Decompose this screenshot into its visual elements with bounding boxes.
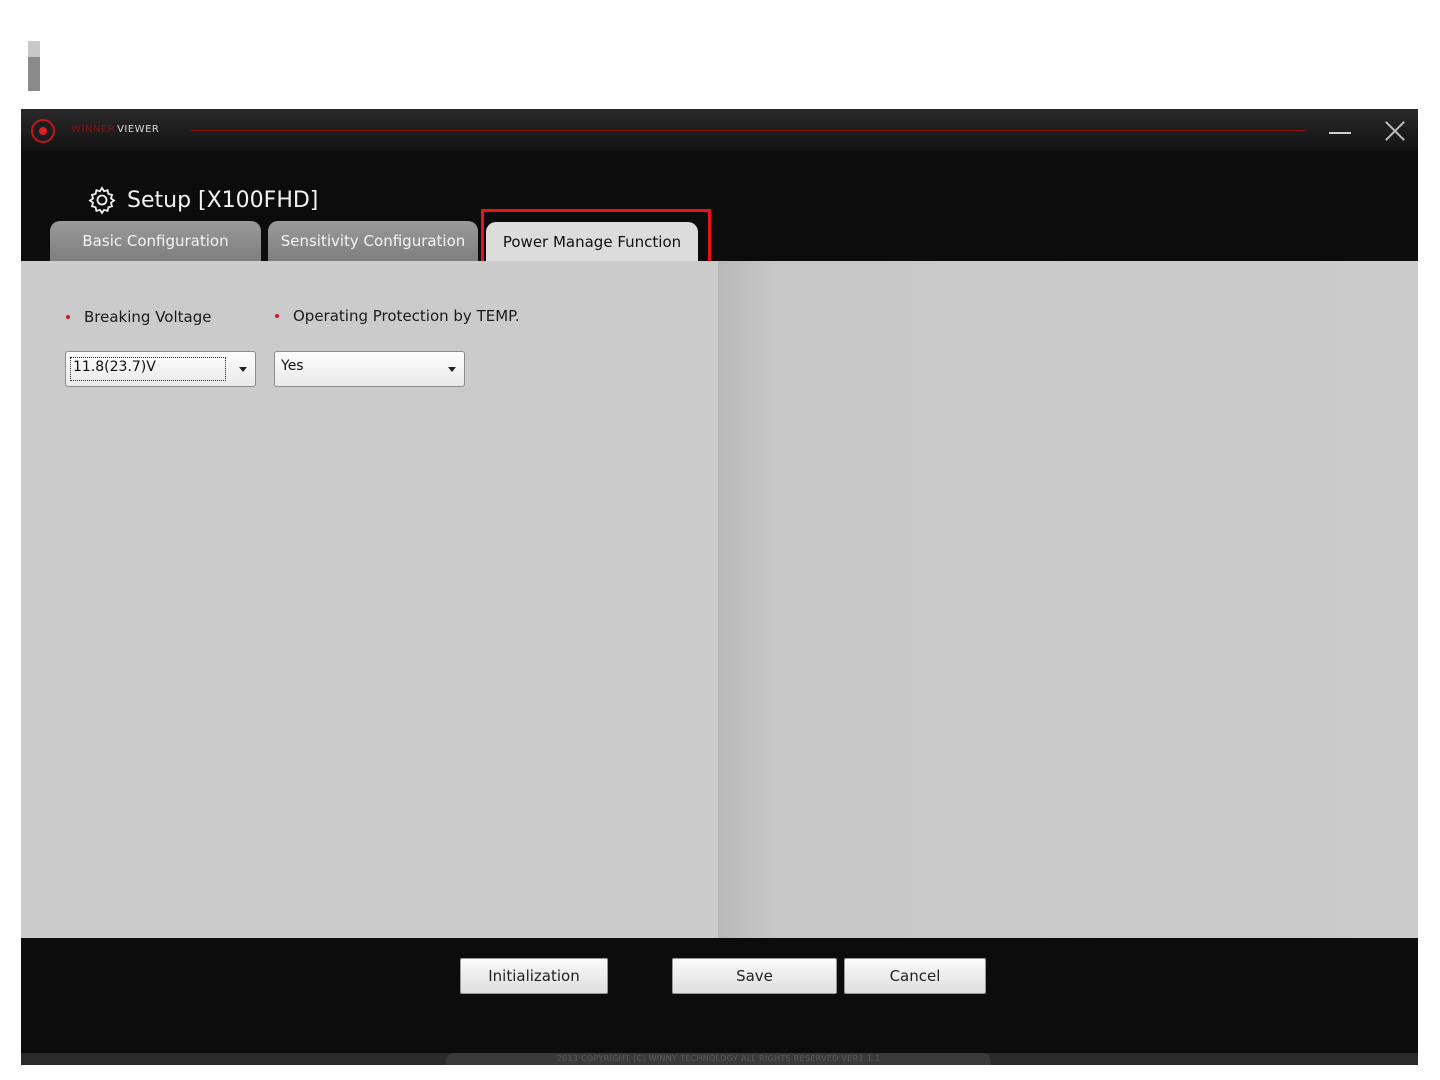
breaking-voltage-value: 11.8(23.7)V xyxy=(70,357,226,381)
tab-label: Sensitivity Configuration xyxy=(280,232,466,250)
preview-panel xyxy=(718,261,1418,938)
brand-name: WINNER xyxy=(71,124,116,135)
chevron-down-icon[interactable] xyxy=(448,367,456,372)
page-marker xyxy=(28,41,40,91)
temp-protection-label-text: Operating Protection by TEMP. xyxy=(293,307,520,325)
status-bar: 2013 COPYRIGHT (C) WINNY TECHNOLOGY ALL … xyxy=(21,1053,1418,1065)
breaking-voltage-label-text: Breaking Voltage xyxy=(84,308,212,326)
chevron-down-icon[interactable] xyxy=(239,367,247,372)
setup-title-text: Setup [X100FHD] xyxy=(127,187,319,213)
tab-sensitivity-configuration[interactable]: Sensitivity Configuration xyxy=(268,221,478,261)
tab-basic-configuration[interactable]: Basic Configuration xyxy=(50,221,261,261)
close-icon[interactable] xyxy=(1379,117,1409,145)
temp-protection-label: Operating Protection by TEMP. xyxy=(275,307,520,325)
gear-icon xyxy=(88,186,116,215)
breaking-voltage-select[interactable]: 11.8(23.7)V xyxy=(65,351,256,387)
cancel-button[interactable]: Cancel xyxy=(844,958,986,994)
breaking-voltage-label: Breaking Voltage xyxy=(66,308,211,326)
setup-window: WINNER VIEWER Setup [X100FHD] Basic Confi… xyxy=(21,109,1418,1065)
minimize-icon[interactable] xyxy=(1324,117,1354,145)
page-title: Setup [X100FHD] xyxy=(87,185,318,215)
temp-protection-value: Yes xyxy=(281,358,304,374)
temp-protection-select[interactable]: Yes xyxy=(274,351,465,387)
initialization-button[interactable]: Initialization xyxy=(460,958,608,994)
app-logo-icon xyxy=(31,119,55,143)
title-bar[interactable]: WINNER VIEWER xyxy=(21,109,1418,151)
title-divider xyxy=(191,130,1306,131)
save-button[interactable]: Save xyxy=(672,958,837,994)
app-brand: WINNER VIEWER xyxy=(71,124,159,135)
tab-label: Basic Configuration xyxy=(82,232,229,250)
bullet-icon xyxy=(66,315,70,319)
bullet-icon xyxy=(275,314,279,318)
brand-viewer: VIEWER xyxy=(117,124,160,135)
highlight-box xyxy=(481,209,711,269)
copyright-text: 2013 COPYRIGHT (C) WINNY TECHNOLOGY ALL … xyxy=(446,1053,991,1065)
